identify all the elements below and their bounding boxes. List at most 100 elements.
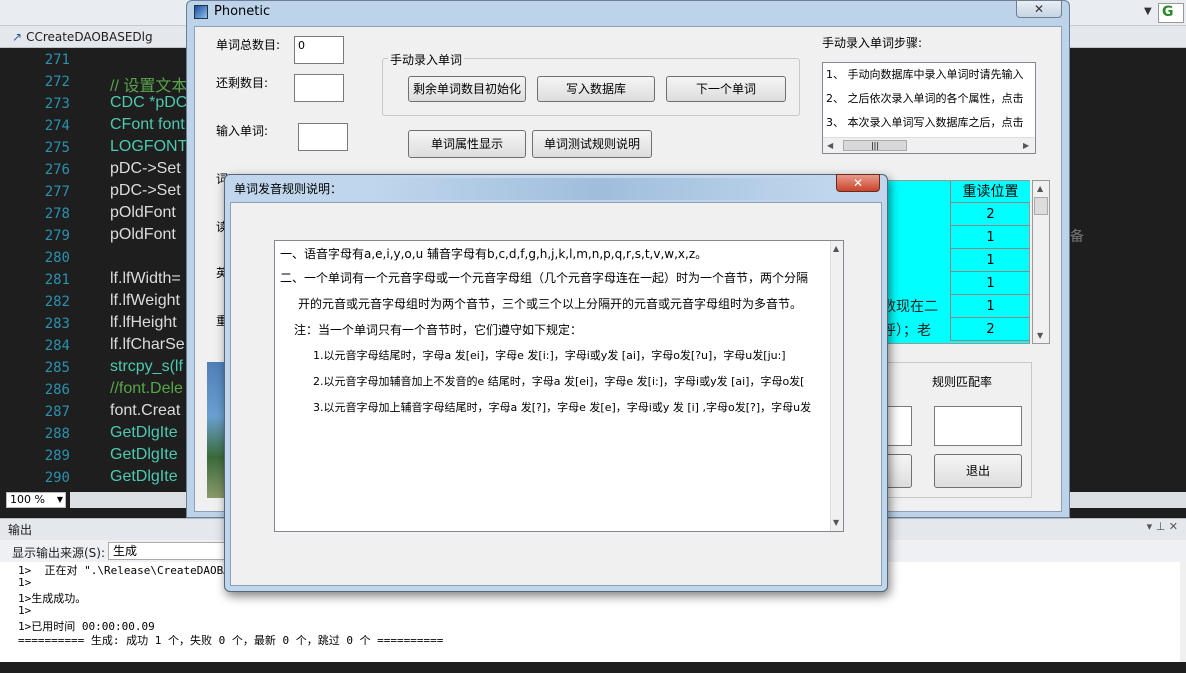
step-line: 1、 手动向数据库中录入单词时请先输入 (826, 68, 1024, 81)
chevron-down-icon: ▼ (56, 495, 63, 504)
grid-hidden-text: 数现在二 (882, 299, 938, 315)
phonetic-window-title: Phonetic (214, 4, 271, 19)
write-database-button[interactable]: 写入数据库 (537, 76, 655, 102)
line-number: 280 (44, 250, 70, 266)
code-line: lf.lfWeight (110, 292, 180, 309)
output-panel-controls[interactable]: ▾ ⊥ ✕ (1147, 520, 1178, 533)
line-number: 275 (44, 140, 70, 156)
code-line: strcpy_s(lf (110, 358, 183, 375)
output-vertical-scrollbar[interactable] (1180, 562, 1186, 662)
dropdown-arrow-icon[interactable]: ▼ (1144, 6, 1152, 17)
rule-line: 二、一个单词有一个元音字母或一个元音字母组（几个元音字母连在一起）时为一个音节，… (280, 271, 809, 285)
code-line: GetDlgIte (110, 424, 178, 441)
scroll-thumb[interactable] (1034, 197, 1048, 215)
file-tab-label: CCreateDAOBASEDlg (26, 30, 153, 44)
scroll-thumb[interactable]: ||| (843, 140, 907, 151)
output-line: 1> (18, 604, 32, 617)
grid-cell[interactable]: 1 (950, 272, 1030, 295)
phonetic-close-button[interactable]: ✕ (1016, 0, 1062, 18)
line-number: 278 (44, 206, 70, 222)
match-rate-field[interactable] (934, 406, 1022, 446)
code-line: LOGFONT (110, 138, 188, 155)
rule-dialog-title: 单词发音规则说明： (234, 182, 343, 196)
grid-cell[interactable]: 1 (950, 295, 1030, 318)
code-line: pOldFont (110, 226, 176, 243)
scroll-down-icon[interactable]: ▼ (833, 518, 839, 527)
line-number: 276 (44, 162, 70, 178)
step-line: 3、 本次录入单词写入数据库之后，点击 (826, 116, 1024, 129)
grid-cell[interactable]: 1 (950, 226, 1030, 249)
rule-line: 一、语音字母有a,e,i,y,o,u 辅音字母有b,c,d,f,g,h,j,k,… (280, 247, 708, 261)
line-number: 290 (44, 470, 70, 486)
rules-vertical-scrollbar[interactable]: ▲ ▼ (830, 241, 843, 531)
line-number: 282 (44, 294, 70, 310)
app-icon (194, 5, 208, 19)
remaining-field[interactable] (294, 74, 344, 102)
code-line: lf.lfHeight (110, 314, 177, 331)
grid-vertical-scrollbar[interactable]: ▲ ▼ (1032, 180, 1050, 344)
remaining-label: 还剩数目: (216, 76, 269, 90)
code-line: lf.lfWidth= (110, 270, 181, 287)
line-number-gutter (0, 48, 100, 490)
output-panel-title: 输出 (8, 523, 33, 537)
scroll-up-icon[interactable]: ▲ (833, 244, 839, 253)
grid-header: 重读位置 (950, 181, 1030, 203)
line-number: 288 (44, 426, 70, 442)
input-word-label: 输入单词: (216, 124, 269, 138)
grid-cell[interactable]: 1 (950, 249, 1030, 272)
exit-button[interactable]: 退出 (934, 454, 1022, 488)
code-line: // 设置文本 (110, 78, 188, 95)
line-number: 274 (44, 118, 70, 134)
output-line: 1> (18, 576, 32, 589)
code-line: pOldFont (110, 204, 176, 221)
line-number: 273 (44, 96, 70, 112)
grid-cell[interactable]: 2 (950, 318, 1030, 341)
step-line: 2、 之后依次录入单词的各个属性，点击 (826, 92, 1024, 105)
scroll-right-icon[interactable]: ▶ (1023, 141, 1029, 150)
word-attributes-button[interactable]: 单词属性显示 (408, 130, 526, 158)
code-line: pDC->Set (110, 160, 181, 177)
word-rules-button[interactable]: 单词测试规则说明 (532, 130, 652, 158)
code-line: font.Creat (110, 402, 181, 419)
zoom-select[interactable]: 100 % ▼ (6, 492, 66, 508)
line-number: 279 (44, 228, 70, 244)
code-line: //font.Dele (110, 380, 183, 397)
code-line: GetDlgIte (110, 468, 178, 485)
output-source-label: 显示输出来源(S): (12, 546, 106, 560)
rule-line: 1.以元音字母结尾时，字母a 发[ei]，字母e 发[i:]，字母i或y发 [a… (313, 349, 786, 362)
line-number: 286 (44, 382, 70, 398)
line-number: 283 (44, 316, 70, 332)
code-line: CDC *pDC (110, 94, 188, 111)
editor-background-text: 备 (1070, 229, 1084, 245)
input-word-field[interactable] (298, 123, 348, 151)
init-remaining-button[interactable]: 剩余单词数目初始化 (408, 76, 526, 102)
line-number: 284 (44, 338, 70, 354)
total-field[interactable]: 0 (294, 36, 344, 64)
line-number: 272 (44, 74, 70, 90)
line-number: 285 (44, 360, 70, 376)
file-tab[interactable]: ↗ CCreateDAOBASEDlg (6, 28, 153, 46)
rule-line: 开的元音或元音字母组时为两个音节，三个或三个以上分隔开的元音或元音字母组时为多音… (298, 297, 803, 311)
grid-cell[interactable]: 2 (950, 203, 1030, 226)
rule-dialog-close-button[interactable]: ✕ (836, 174, 880, 192)
scroll-left-icon[interactable]: ◀ (827, 141, 833, 150)
line-number: 289 (44, 448, 70, 464)
rule-line: 注：当一个单词只有一个音节时，它们遵守如下规定： (294, 323, 583, 337)
code-line: CFont font (110, 116, 185, 133)
next-word-button[interactable]: 下一个单词 (666, 76, 786, 102)
line-number: 271 (44, 52, 70, 68)
output-line: ========== 生成: 成功 1 个，失败 0 个，最新 0 个，跳过 0… (18, 634, 444, 647)
zoom-value: 100 % (10, 493, 45, 506)
extension-icon[interactable]: G (1158, 3, 1184, 23)
scroll-down-icon[interactable]: ▼ (1037, 331, 1043, 340)
steps-horizontal-scrollbar[interactable]: ◀ ||| ▶ (823, 137, 1035, 153)
rules-textbox[interactable]: 一、语音字母有a,e,i,y,o,u 辅音字母有b,c,d,f,g,h,j,k,… (274, 240, 844, 532)
code-line: GetDlgIte (110, 446, 178, 463)
total-label: 单词总数目: (216, 38, 281, 52)
title-glass-effect (370, 178, 830, 200)
line-number: 281 (44, 272, 70, 288)
scroll-up-icon[interactable]: ▲ (1037, 184, 1043, 193)
rule-line: 3.以元音字母加上辅音字母结尾时，字母a 发[?]，字母e 发[e]，字母i或y… (313, 401, 812, 414)
code-line: pDC->Set (110, 182, 181, 199)
output-source-select[interactable]: 生成 (108, 542, 228, 560)
